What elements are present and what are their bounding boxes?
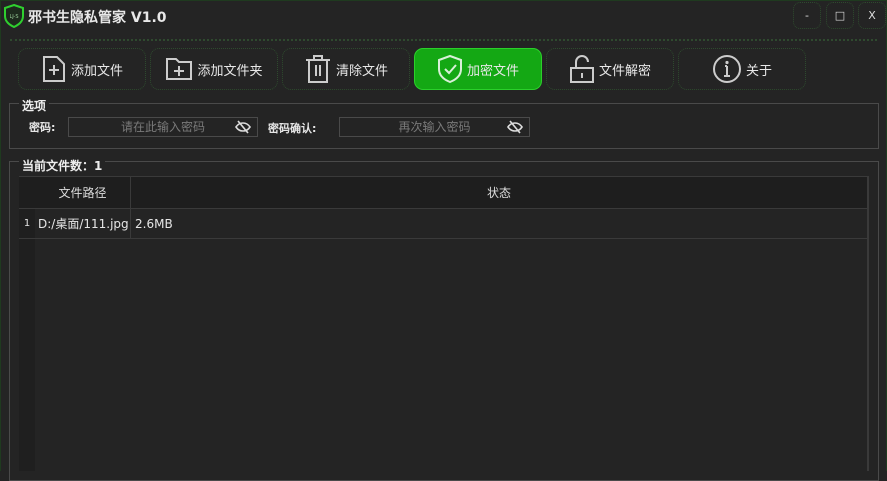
encrypt-file-label: 加密文件 — [466, 63, 519, 79]
add-folder-label: 添加文件夹 — [197, 63, 263, 79]
confirm-password-label: 密码确认: — [268, 122, 317, 135]
title-bar: LJ-S 邪书生隐私管家 V1.0 - □ X — [0, 0, 887, 32]
decrypt-file-button[interactable]: 文件解密 — [546, 48, 674, 90]
status-cell: 2.6MB — [135, 216, 173, 231]
info-icon — [712, 55, 741, 83]
about-button[interactable]: 关于 — [678, 48, 806, 90]
password-field[interactable] — [68, 117, 258, 137]
unlock-icon — [569, 55, 594, 83]
app-title: 邪书生隐私管家 V1.0 — [28, 10, 167, 26]
add-file-label: 添加文件 — [70, 63, 123, 79]
password-input[interactable] — [69, 120, 257, 134]
eye-off-icon[interactable] — [235, 120, 251, 134]
options-group-title: 选项 — [19, 97, 50, 114]
table-header: 文件路径 状态 — [19, 177, 867, 209]
shield-logo-icon: LJ-S — [4, 4, 24, 28]
close-button[interactable]: X — [858, 2, 886, 29]
row-header-column — [19, 209, 35, 471]
add-file-button[interactable]: 添加文件 — [18, 48, 146, 90]
about-label: 关于 — [745, 63, 772, 79]
add-folder-button[interactable]: 添加文件夹 — [150, 48, 278, 90]
column-header-status[interactable]: 状态 — [131, 177, 867, 208]
svg-text:LJ-S: LJ-S — [9, 14, 18, 20]
maximize-button[interactable]: □ — [826, 2, 854, 29]
eye-off-icon[interactable] — [507, 120, 523, 134]
table-row[interactable]: 1 D:/桌面/111.jpg 2.6MB — [19, 209, 867, 239]
file-plus-icon — [42, 56, 65, 82]
divider — [10, 39, 877, 41]
file-path-cell: D:/桌面/111.jpg — [35, 209, 131, 238]
clear-files-button[interactable]: 清除文件 — [282, 48, 410, 90]
minimize-button[interactable]: - — [793, 2, 821, 29]
clear-files-label: 清除文件 — [335, 63, 388, 79]
column-header-path[interactable]: 文件路径 — [35, 177, 131, 208]
shield-check-icon — [437, 54, 462, 84]
confirm-password-input[interactable] — [340, 120, 529, 134]
encrypt-file-button[interactable]: 加密文件 — [414, 48, 542, 90]
row-number: 1 — [19, 209, 35, 238]
file-count-title: 当前文件数：1 — [19, 157, 106, 174]
file-table: 文件路径 状态 1 D:/桌面/111.jpg 2.6MB — [19, 176, 869, 471]
decrypt-file-label: 文件解密 — [598, 63, 651, 79]
confirm-password-field[interactable] — [339, 117, 530, 137]
password-label: 密码: — [29, 121, 56, 134]
folder-plus-icon — [166, 58, 193, 80]
trash-icon — [305, 55, 330, 83]
